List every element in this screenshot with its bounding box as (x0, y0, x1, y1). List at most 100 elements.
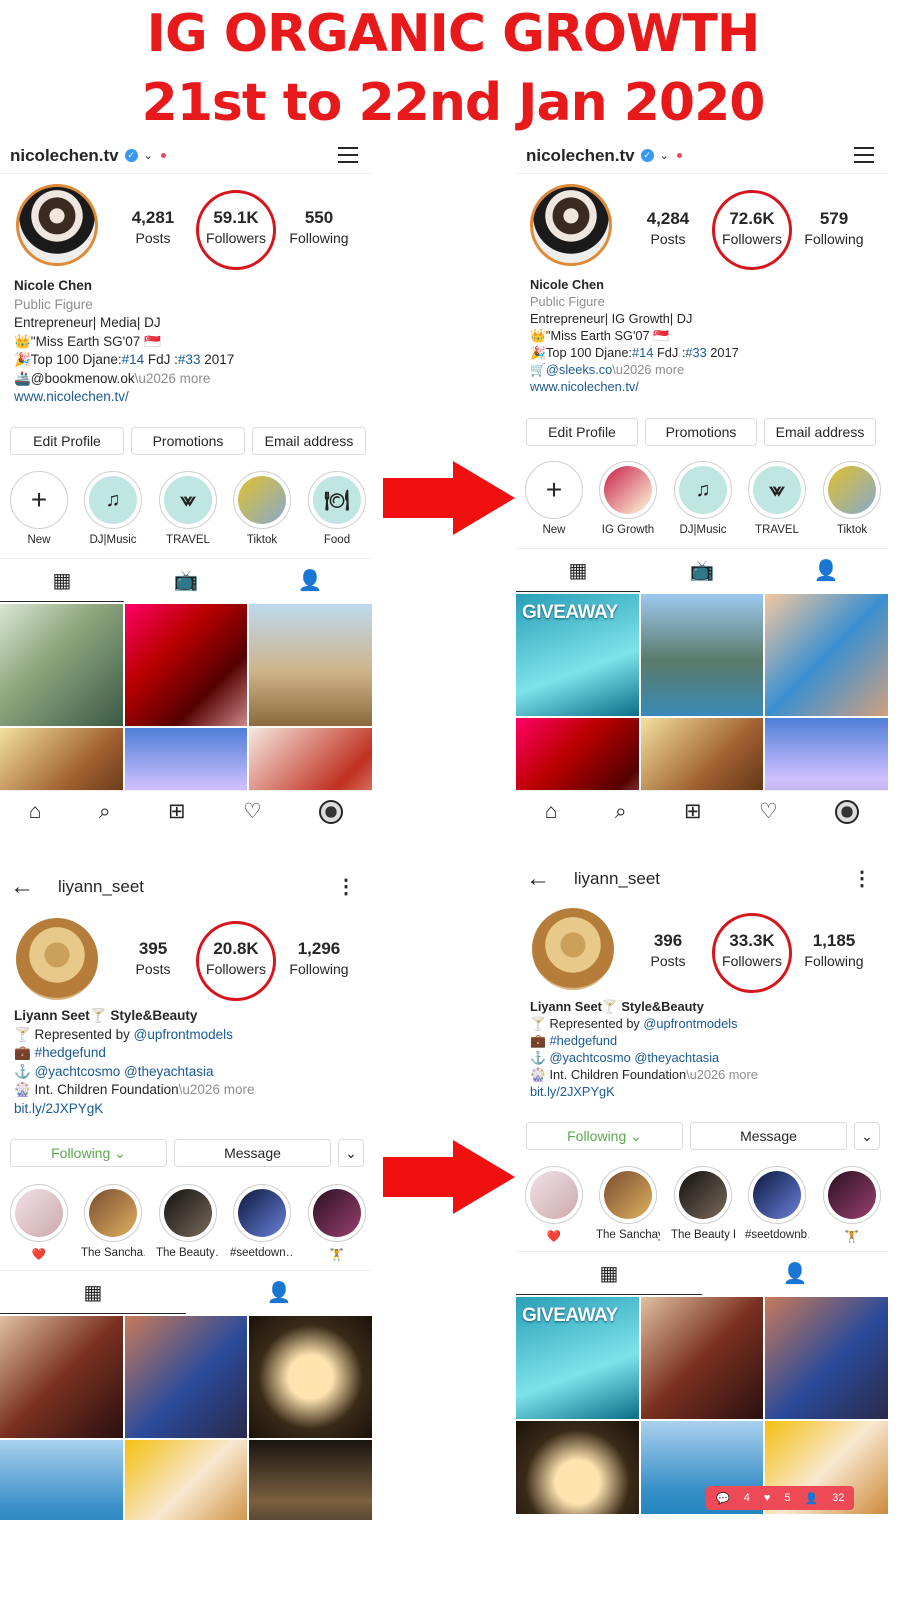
message-button[interactable]: Message (174, 1139, 331, 1167)
highlight-new[interactable]: + New (522, 461, 586, 536)
tagged-tab-icon[interactable]: 👤 (248, 559, 372, 602)
grid-tab-icon[interactable]: ▦ (0, 559, 124, 602)
highlight-seetdown[interactable]: #seetdownb… (745, 1166, 809, 1241)
more-link[interactable]: \u2026 more (179, 1082, 255, 1097)
posts-stat[interactable]: 4,281 Posts (113, 208, 193, 246)
grid-tab-icon[interactable]: ▦ (516, 1252, 702, 1295)
highlight-seetdown[interactable]: #seetdown… (230, 1184, 294, 1259)
home-icon[interactable]: ⌂ (29, 800, 42, 824)
post-thumbnail[interactable] (249, 1440, 372, 1520)
username-switcher[interactable]: nicolechen.tv (10, 146, 119, 166)
post-thumbnail[interactable] (516, 1421, 639, 1514)
avatar[interactable] (16, 918, 98, 1000)
mention-link[interactable]: @yachtcosmo @theyachtasia (35, 1064, 214, 1079)
hamburger-menu-icon[interactable] (854, 147, 874, 168)
mention-link[interactable]: @upfrontmodels (134, 1027, 233, 1042)
tagged-tab-icon[interactable]: 👤 (186, 1271, 372, 1314)
suggested-dropdown-button[interactable]: ⌄ (854, 1122, 880, 1150)
highlight-travel[interactable]: ⩖ TRAVEL (745, 461, 809, 536)
post-thumbnail[interactable] (765, 594, 888, 716)
highlight-sanchaya[interactable]: The Sanchaya (596, 1166, 660, 1241)
hashtag-link[interactable]: #33 (685, 345, 706, 360)
avatar[interactable] (16, 184, 98, 266)
post-thumbnail[interactable] (0, 1440, 123, 1520)
post-thumbnail[interactable] (0, 604, 123, 726)
hashtag-link[interactable]: #33 (178, 352, 201, 367)
following-stat[interactable]: 579 Following (794, 209, 874, 247)
post-thumbnail[interactable] (0, 1316, 123, 1438)
highlight-heart[interactable]: ❤️ (7, 1184, 71, 1261)
avatar[interactable] (532, 908, 614, 990)
message-button[interactable]: Message (690, 1122, 847, 1150)
email-address-button[interactable]: Email address (764, 418, 876, 446)
username-switcher[interactable]: nicolechen.tv (526, 146, 635, 166)
promotions-button[interactable]: Promotions (131, 427, 245, 455)
add-post-icon[interactable]: ⊞ (168, 799, 186, 824)
following-button[interactable]: Following ⌄ (10, 1139, 167, 1167)
following-button[interactable]: Following ⌄ (526, 1122, 683, 1150)
posts-stat[interactable]: 4,284 Posts (628, 209, 708, 247)
more-options-icon[interactable]: ⋮ (336, 877, 356, 897)
highlight-fitness[interactable]: 🏋 (820, 1166, 884, 1243)
highlight-dj-music[interactable]: ♫ DJ|Music (81, 471, 145, 546)
highlight-dj-music[interactable]: ♫ DJ|Music (671, 461, 735, 536)
highlight-ig-growth[interactable]: IG Growth (596, 461, 660, 536)
following-stat[interactable]: 1,185 Following (794, 931, 874, 969)
post-thumbnail[interactable] (249, 1316, 372, 1438)
post-thumbnail[interactable] (124, 1316, 248, 1438)
chevron-down-icon[interactable]: ⌄ (144, 149, 153, 162)
posts-stat[interactable]: 395 Posts (113, 939, 193, 977)
search-icon[interactable]: ⌕ (615, 800, 627, 824)
igtv-tab-icon[interactable]: 📺 (640, 549, 764, 592)
highlight-beauty[interactable]: The Beauty E… (671, 1166, 735, 1241)
avatar[interactable] (530, 184, 612, 266)
highlight-fitness[interactable]: 🏋 (305, 1184, 369, 1261)
hamburger-menu-icon[interactable] (338, 147, 358, 168)
mention-link[interactable]: 🛒@sleeks.co (530, 362, 612, 377)
chevron-down-icon[interactable]: ⌄ (660, 149, 669, 162)
home-icon[interactable]: ⌂ (545, 800, 558, 824)
more-link[interactable]: \u2026 more (135, 371, 211, 386)
more-link[interactable]: \u2026 more (686, 1067, 758, 1082)
highlight-beauty[interactable]: The Beauty… (156, 1184, 220, 1259)
heart-icon[interactable]: ♡ (759, 799, 778, 824)
mention-link[interactable]: @yachtcosmo @theyachtasia (550, 1050, 720, 1065)
mention-link[interactable]: @upfrontmodels (643, 1016, 737, 1031)
grid-tab-icon[interactable]: ▦ (0, 1271, 186, 1314)
post-thumbnail[interactable] (640, 1297, 764, 1419)
website-link[interactable]: www.nicolechen.tv/ (530, 378, 739, 395)
post-thumbnail[interactable]: GIVEAWAY (516, 1297, 639, 1419)
add-post-icon[interactable]: ⊞ (684, 799, 702, 824)
post-thumbnail[interactable] (249, 604, 372, 726)
highlight-food[interactable]: 🍽 Food (305, 471, 369, 546)
suggested-dropdown-button[interactable]: ⌄ (338, 1139, 364, 1167)
back-arrow-icon[interactable]: ← (10, 875, 34, 899)
website-link[interactable]: bit.ly/2JXPYgK (530, 1083, 758, 1100)
hashtag-link[interactable]: #hedgefund (35, 1045, 106, 1060)
post-thumbnail[interactable]: GIVEAWAY (516, 594, 639, 716)
website-link[interactable]: www.nicolechen.tv/ (14, 388, 234, 407)
highlight-travel[interactable]: ⩖ TRAVEL (156, 471, 220, 546)
post-thumbnail[interactable] (124, 1440, 248, 1520)
posts-stat[interactable]: 396 Posts (628, 931, 708, 969)
grid-tab-icon[interactable]: ▦ (516, 549, 640, 592)
profile-avatar-icon[interactable] (835, 799, 860, 824)
highlight-new[interactable]: + New (7, 471, 71, 546)
hashtag-link[interactable]: #14 (632, 345, 653, 360)
hashtag-link[interactable]: #14 (122, 352, 145, 367)
igtv-tab-icon[interactable]: 📺 (124, 559, 248, 602)
highlight-tiktok[interactable]: Tiktok (820, 461, 884, 536)
activity-notification-popup[interactable]: 💬 4 ♥ 5 👤 32 (706, 1486, 855, 1510)
back-arrow-icon[interactable]: ← (526, 867, 550, 891)
edit-profile-button[interactable]: Edit Profile (10, 427, 124, 455)
more-link[interactable]: \u2026 more (612, 362, 684, 377)
edit-profile-button[interactable]: Edit Profile (526, 418, 638, 446)
promotions-button[interactable]: Promotions (645, 418, 757, 446)
highlight-sanchaya[interactable]: The Sancha… (81, 1184, 145, 1259)
profile-avatar-icon[interactable] (319, 799, 344, 824)
post-thumbnail[interactable] (640, 594, 764, 716)
post-thumbnail[interactable] (124, 604, 248, 726)
highlight-tiktok[interactable]: Tiktok (230, 471, 294, 546)
website-link[interactable]: bit.ly/2JXPYgK (14, 1100, 254, 1119)
hashtag-link[interactable]: #hedgefund (550, 1033, 618, 1048)
